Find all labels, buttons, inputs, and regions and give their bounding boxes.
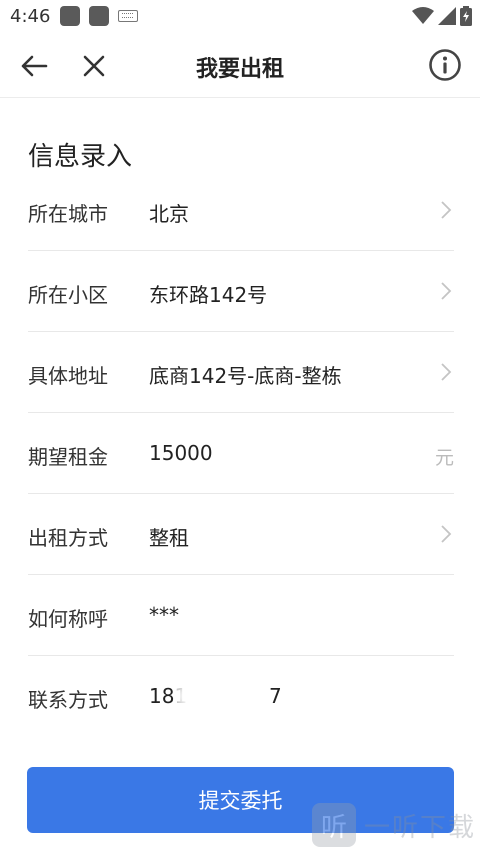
- form-row-address[interactable]: 具体地址 底商142号-底商-整栋: [28, 332, 454, 413]
- notification-icon: [60, 6, 80, 26]
- community-value: 东环路142号: [149, 283, 268, 307]
- status-time: 4:46: [10, 6, 51, 27]
- address-value: 底商142号-底商-整栋: [149, 364, 342, 388]
- nav-bar: 我要出租: [0, 34, 480, 98]
- section-title: 信息录入: [28, 142, 133, 172]
- chevron-right-icon: [441, 201, 452, 219]
- wifi-icon: [412, 7, 434, 24]
- form-row-community[interactable]: 所在小区 东环路142号: [28, 251, 454, 332]
- notification-icon: [89, 6, 109, 26]
- row-label: 如何称呼: [28, 607, 108, 631]
- row-label: 所在城市: [28, 202, 108, 226]
- row-label: 所在小区: [28, 283, 108, 307]
- form-row-name[interactable]: 如何称呼 ***: [28, 575, 454, 656]
- row-label: 出租方式: [28, 526, 108, 550]
- watermark: 听 一听下载: [311, 803, 476, 847]
- battery-icon: [460, 6, 472, 26]
- form-row-city[interactable]: 所在城市 北京: [28, 170, 454, 251]
- signal-icon: [438, 7, 456, 25]
- keyboard-icon: [118, 10, 138, 22]
- status-icons: [408, 6, 472, 26]
- watermark-logo-icon: 听: [311, 803, 356, 847]
- chevron-right-icon: [441, 282, 452, 300]
- form-row-contact[interactable]: 联系方式 181 7: [28, 656, 454, 737]
- info-icon[interactable]: [428, 48, 462, 82]
- name-input[interactable]: ***: [149, 603, 179, 627]
- row-label: 具体地址: [28, 364, 108, 388]
- watermark-text: 一听下载: [363, 812, 476, 843]
- contact-input-tail: 7: [269, 684, 282, 708]
- form-row-rent[interactable]: 期望租金 15000 元: [28, 413, 454, 494]
- page-title: 我要出租: [195, 57, 284, 82]
- row-label: 期望租金: [28, 445, 108, 469]
- info-form: 所在城市 北京 所在小区 东环路142号 具体地址 底商142号-底商-整栋 期…: [28, 170, 454, 737]
- rent-type-value: 整租: [149, 526, 189, 550]
- row-label: 联系方式: [28, 688, 108, 712]
- chevron-right-icon: [441, 525, 452, 543]
- rent-input[interactable]: 15000: [149, 441, 213, 465]
- redaction-blur: [174, 678, 270, 714]
- form-row-rent-type[interactable]: 出租方式 整租: [28, 494, 454, 575]
- chevron-right-icon: [441, 363, 452, 381]
- status-bar: 4:46: [0, 0, 480, 34]
- rent-unit: 元: [434, 447, 454, 469]
- city-value: 北京: [149, 202, 189, 226]
